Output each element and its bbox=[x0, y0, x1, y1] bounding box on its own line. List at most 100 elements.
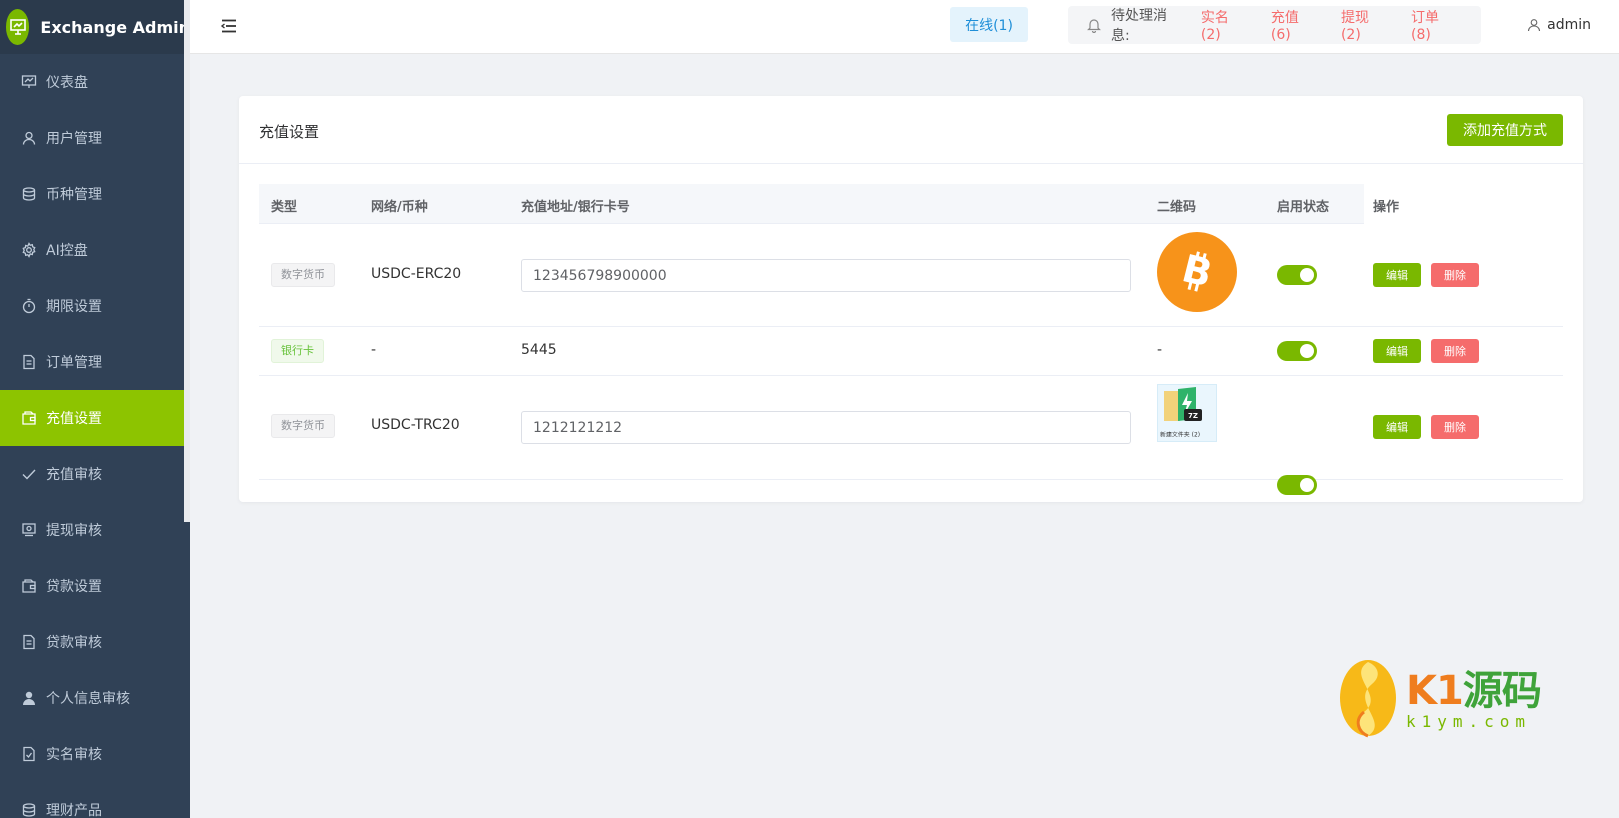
table-row: 数字货币 USDC-TRC20 7Z 新建文件夹 (2) 编辑 删除 bbox=[259, 376, 1563, 495]
sidebar-item-dashboard[interactable]: 仪表盘 bbox=[0, 54, 190, 110]
row-actions: 编辑 删除 bbox=[1373, 339, 1489, 363]
sidebar-item-loan-review[interactable]: 贷款审核 bbox=[0, 614, 190, 670]
svg-text:7Z: 7Z bbox=[1188, 412, 1198, 420]
edit-button[interactable]: 编辑 bbox=[1373, 339, 1421, 363]
notice-deposit-link[interactable]: 充值(6) bbox=[1271, 7, 1317, 43]
sidebar-item-label: 提现审核 bbox=[46, 523, 102, 539]
wallet-icon bbox=[21, 410, 37, 426]
zip-folder-icon: 7Z bbox=[1164, 387, 1202, 421]
sidebar-menu: 仪表盘 用户管理 币种管理 AI控盘 期限设置 订单管理 充值设置 充值审核 提… bbox=[0, 54, 190, 818]
deposit-settings-card: 充值设置 添加充值方式 类型 网络/币种 充值地址/银行卡号 二维码 启用状态 … bbox=[239, 96, 1583, 502]
network-cell: USDC-TRC20 bbox=[371, 417, 460, 433]
app-title: Exchange Admin bbox=[40, 17, 190, 37]
sidebar-item-profile-review[interactable]: 个人信息审核 bbox=[0, 670, 190, 726]
sidebar: Exchange Admin 仪表盘 用户管理 币种管理 AI控盘 期限设置 订… bbox=[0, 0, 190, 818]
k1-swirl-logo-icon bbox=[1340, 660, 1396, 738]
sidebar-item-label: 币种管理 bbox=[46, 187, 102, 203]
network-cell: - bbox=[371, 342, 377, 358]
sidebar-item-deposit-settings[interactable]: 充值设置 bbox=[0, 390, 190, 446]
user-menu[interactable]: admin bbox=[1527, 17, 1591, 33]
document-icon bbox=[21, 354, 37, 370]
cash-icon bbox=[21, 522, 37, 538]
column-header-qrcode: 二维码 bbox=[1157, 200, 1197, 215]
wallet-icon bbox=[21, 578, 37, 594]
user-icon bbox=[1528, 19, 1541, 32]
type-tag: 数字货币 bbox=[271, 414, 335, 438]
brand[interactable]: Exchange Admin bbox=[0, 0, 190, 54]
document-icon bbox=[21, 634, 37, 650]
watermark-logo: K1源码 k1ym.com bbox=[1336, 656, 1546, 740]
card-header: 充值设置 添加充值方式 bbox=[239, 96, 1583, 164]
sidebar-item-label: 贷款审核 bbox=[46, 635, 102, 651]
folder-qr-image[interactable]: 7Z 新建文件夹 (2) bbox=[1157, 384, 1217, 442]
address-input[interactable] bbox=[521, 411, 1131, 444]
row-actions: 编辑 删除 bbox=[1373, 263, 1489, 287]
sidebar-item-label: 充值设置 bbox=[46, 411, 102, 427]
sidebar-item-term-settings[interactable]: 期限设置 bbox=[0, 278, 190, 334]
enabled-switch[interactable] bbox=[1277, 475, 1317, 495]
column-header-actions: 操作 bbox=[1373, 200, 1400, 215]
add-deposit-method-button[interactable]: 添加充值方式 bbox=[1447, 114, 1563, 146]
notice-label: 待处理消息: bbox=[1111, 8, 1167, 44]
delete-button[interactable]: 删除 bbox=[1431, 339, 1479, 363]
page-title: 充值设置 bbox=[259, 123, 320, 141]
sidebar-item-currency[interactable]: 币种管理 bbox=[0, 166, 190, 222]
edit-button[interactable]: 编辑 bbox=[1373, 415, 1421, 439]
enabled-switch[interactable] bbox=[1277, 265, 1317, 285]
sidebar-item-label: 充值审核 bbox=[46, 467, 102, 483]
gear-icon bbox=[21, 242, 37, 258]
document-check-icon bbox=[21, 746, 37, 762]
brand-logo-icon bbox=[6, 9, 30, 45]
address-cell: 5445 bbox=[521, 342, 557, 358]
address-input[interactable] bbox=[521, 259, 1131, 292]
person-filled-icon bbox=[21, 690, 37, 706]
folder-caption: 新建文件夹 (2) bbox=[1160, 431, 1201, 439]
network-cell: USDC-ERC20 bbox=[371, 266, 462, 282]
online-count-badge[interactable]: 在线(1) bbox=[950, 7, 1028, 42]
deposit-methods-table: 类型 网络/币种 充值地址/银行卡号 二维码 启用状态 操作 数字货币 USDC… bbox=[259, 184, 1563, 495]
sidebar-item-withdraw-review[interactable]: 提现审核 bbox=[0, 502, 190, 558]
top-header: 在线(1) 待处理消息: 实名(2) 充值(6) 提现(2) 订单(8) adm… bbox=[190, 0, 1619, 54]
sidebar-item-users[interactable]: 用户管理 bbox=[0, 110, 190, 166]
user-icon bbox=[21, 130, 37, 146]
notice-kyc-link[interactable]: 实名(2) bbox=[1201, 7, 1247, 43]
enabled-switch[interactable] bbox=[1277, 341, 1317, 361]
column-header-type: 类型 bbox=[271, 200, 298, 215]
edit-button[interactable]: 编辑 bbox=[1373, 263, 1421, 287]
watermark-brand: K1源码 bbox=[1406, 668, 1542, 714]
delete-button[interactable]: 删除 bbox=[1431, 263, 1479, 287]
sidebar-item-label: 仪表盘 bbox=[46, 75, 88, 91]
notice-order-link[interactable]: 订单(8) bbox=[1411, 7, 1457, 43]
type-tag: 数字货币 bbox=[271, 263, 335, 287]
watermark-domain: k1ym.com bbox=[1406, 712, 1532, 731]
sidebar-item-label: 期限设置 bbox=[46, 299, 102, 315]
delete-button[interactable]: 删除 bbox=[1431, 415, 1479, 439]
sidebar-item-label: 订单管理 bbox=[46, 355, 102, 371]
bell-icon bbox=[1086, 17, 1102, 34]
type-tag: 银行卡 bbox=[271, 339, 324, 363]
bitcoin-icon: B bbox=[1178, 249, 1217, 295]
table-header: 类型 网络/币种 充值地址/银行卡号 二维码 启用状态 操作 bbox=[259, 184, 1563, 224]
pending-notices: 待处理消息: 实名(2) 充值(6) 提现(2) 订单(8) bbox=[1068, 6, 1481, 44]
notice-withdraw-link[interactable]: 提现(2) bbox=[1341, 7, 1387, 43]
column-header-network: 网络/币种 bbox=[371, 200, 428, 215]
chart-board-icon bbox=[21, 74, 37, 90]
check-icon bbox=[21, 466, 37, 482]
sidebar-item-label: AI控盘 bbox=[46, 243, 88, 259]
sidebar-item-kyc-review[interactable]: 实名审核 bbox=[0, 726, 190, 782]
timer-icon bbox=[21, 298, 37, 314]
coins-icon bbox=[21, 186, 37, 202]
sidebar-item-loan-settings[interactable]: 贷款设置 bbox=[0, 558, 190, 614]
bitcoin-qr-image[interactable]: B bbox=[1157, 232, 1237, 312]
sidebar-item-label: 贷款设置 bbox=[46, 579, 102, 595]
sidebar-item-ai-control[interactable]: AI控盘 bbox=[0, 222, 190, 278]
sidebar-scrollbar[interactable] bbox=[184, 0, 190, 522]
sidebar-item-label: 实名审核 bbox=[46, 747, 102, 763]
sidebar-item-wealth-products[interactable]: 理财产品 bbox=[0, 782, 190, 818]
sidebar-item-label: 理财产品 bbox=[46, 803, 102, 818]
sidebar-item-label: 用户管理 bbox=[46, 131, 102, 147]
sidebar-item-orders[interactable]: 订单管理 bbox=[0, 334, 190, 390]
hamburger-icon[interactable] bbox=[220, 17, 238, 35]
qr-cell: - bbox=[1157, 342, 1163, 358]
sidebar-item-deposit-review[interactable]: 充值审核 bbox=[0, 446, 190, 502]
